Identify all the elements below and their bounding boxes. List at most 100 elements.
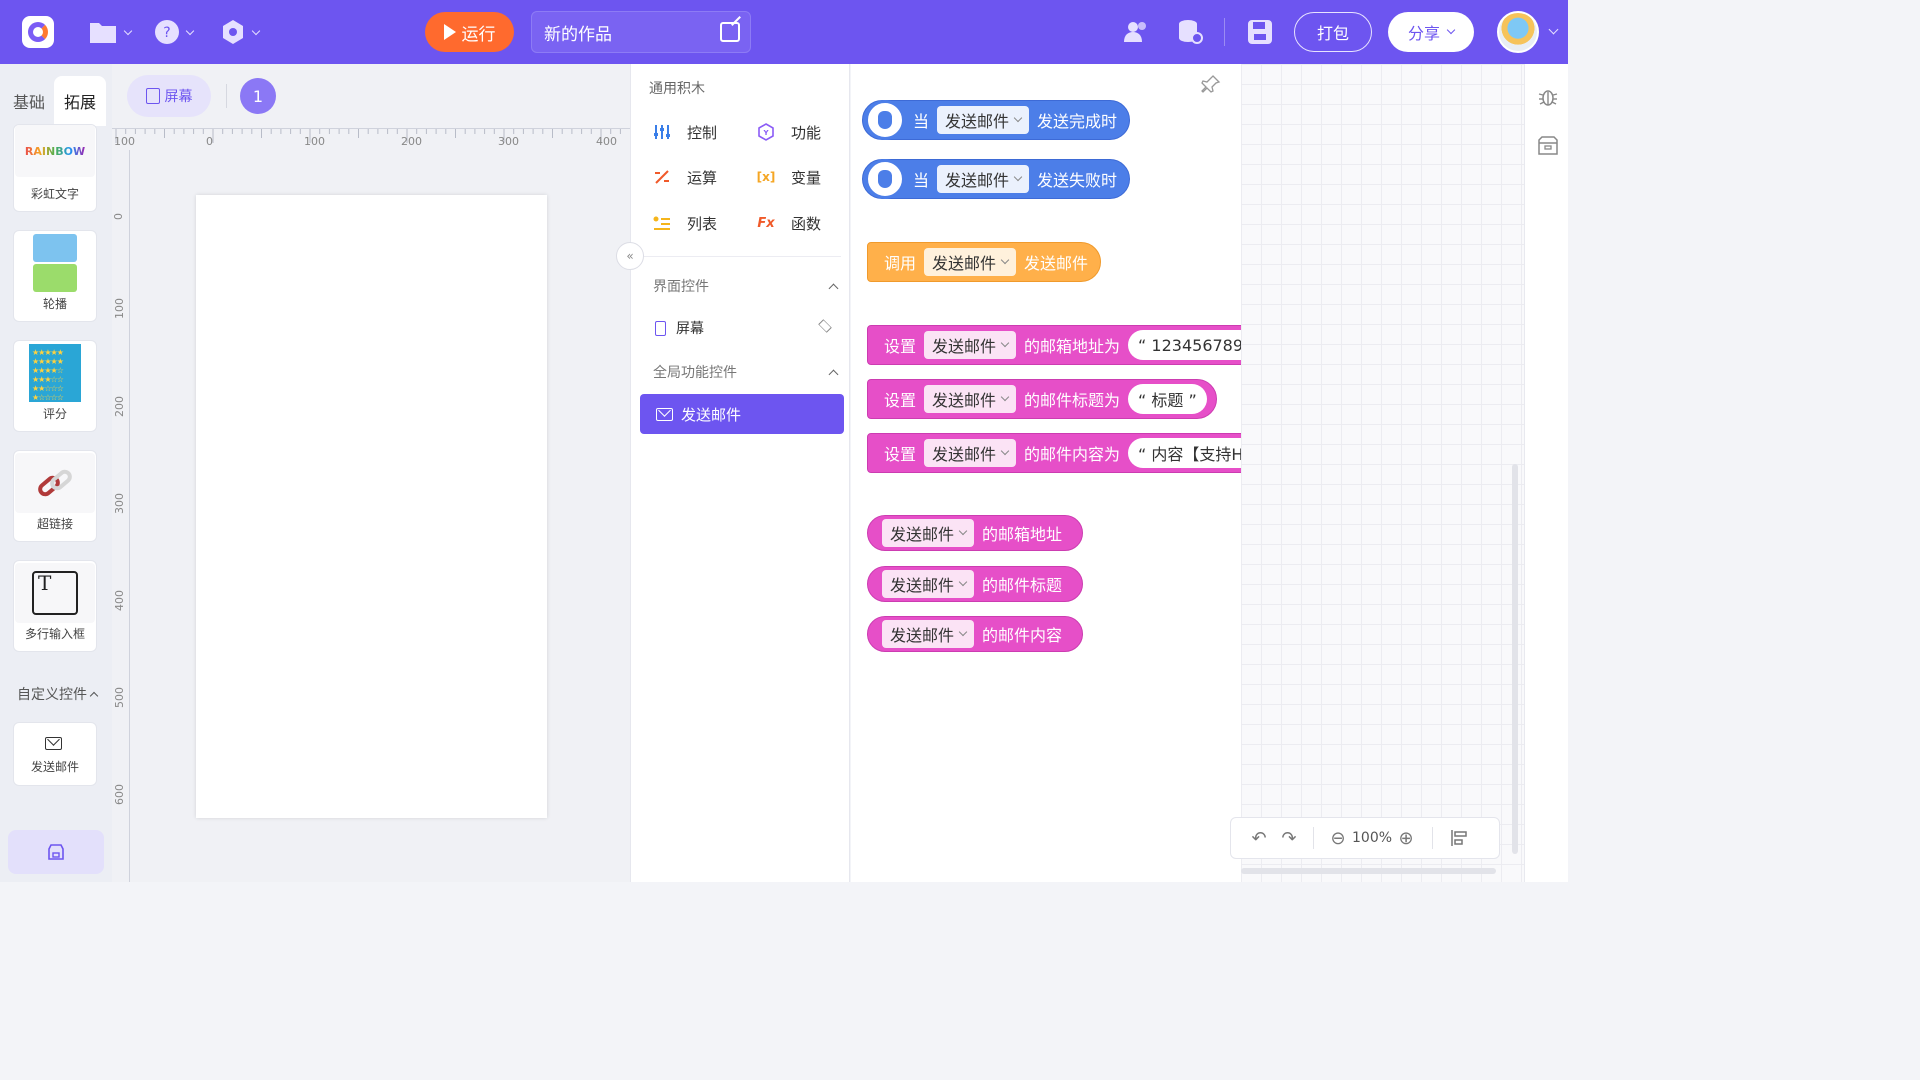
align-blocks-icon[interactable] [1447,826,1471,850]
run-label: 运行 [461,24,496,45]
star-rating-icon: ★★★★★ ★★★★★ ★★★★☆ ★★★☆☆ ★★☆☆☆ ★☆☆☆☆ [29,344,81,402]
category-lists[interactable]: 列表 [649,210,717,236]
ruler-label: 200 [113,396,126,417]
event-block-send-failed[interactable]: 当 发送邮件 发送失败时 [862,159,1130,199]
hand-pointer-icon [865,100,905,140]
settings-menu[interactable] [220,18,261,46]
collapse-palette-button[interactable]: « [616,242,644,270]
category-control[interactable]: 控制 [649,119,717,145]
component-dropdown[interactable]: 发送邮件 [937,106,1030,134]
chevron-up-icon [828,283,839,293]
string-input[interactable]: “ 内容【支持HT [1128,438,1241,468]
category-operators[interactable]: 运算 [649,164,717,190]
ruler-label: 100 [304,135,325,148]
component-rating[interactable]: ★★★★★ ★★★★★ ★★★★☆ ★★★☆☆ ★★☆☆☆ ★☆☆☆☆ 评分 [13,340,97,432]
archive-icon[interactable] [1537,136,1559,156]
horizontal-scrollbar[interactable] [1241,868,1496,874]
component-multiline-input[interactable]: T 多行输入框 [13,560,97,652]
collaborators-icon[interactable] [1122,18,1150,46]
event-block-send-complete[interactable]: 当 发送邮件 发送完成时 [862,100,1130,140]
rainbow-thumbnail: RAINBOW [15,125,95,177]
chevron-down-icon[interactable] [1548,24,1559,35]
get-block-email-address[interactable]: 发送邮件 的邮箱地址 [867,515,1083,551]
share-button[interactable]: 分享 [1388,12,1474,52]
tab-basic[interactable]: 基础 [4,76,54,126]
rating-thumbnail: ★★★★★ ★★★★★ ★★★★☆ ★★★☆☆ ★★☆☆☆ ★☆☆☆☆ [15,343,95,403]
component-hyperlink[interactable]: 超链接 [13,450,97,542]
ruler-label: 500 [113,687,126,708]
file-menu[interactable] [88,18,133,46]
ui-controls-header[interactable]: 界面控件 [653,276,843,296]
palette-item-send-email[interactable]: 发送邮件 [640,394,844,434]
global-controls-header[interactable]: 全局功能控件 [653,362,843,382]
dropdown-value: 发送邮件 [890,576,955,595]
component-carousel[interactable]: 轮播 [13,230,97,322]
page-number[interactable]: 1 [240,78,276,114]
component-dropdown[interactable]: 发送邮件 [924,385,1017,413]
mail-icon [45,737,62,750]
chevron-down-icon [1000,255,1010,265]
hand-pointer-icon [865,159,905,199]
workspace-grid[interactable] [1241,64,1524,882]
brackets-icon: [x] [756,170,776,184]
project-title-input[interactable]: 新的作品 [531,11,751,53]
bug-icon[interactable] [1537,86,1559,108]
component-dropdown[interactable]: 发送邮件 [882,519,975,547]
database-icon[interactable] [1176,18,1204,46]
save-icon[interactable] [1246,18,1274,46]
undo-icon[interactable]: ↶ [1247,826,1271,850]
run-button[interactable]: 运行 [425,12,514,52]
component-label: 评分 [42,407,67,421]
help-menu[interactable]: ? [154,18,195,46]
component-dropdown[interactable]: 发送邮件 [882,570,975,598]
block-text: 的邮件内容为 [1024,445,1121,464]
screen-selector[interactable]: 屏幕 [127,75,211,117]
pin-icon[interactable] [1201,74,1221,94]
category-function[interactable]: Y 功能 [753,119,821,145]
redo-icon[interactable]: ↷ [1277,826,1301,850]
block-workspace[interactable]: 当 发送邮件 发送完成时 当 发送邮件 发送失败时 调用 发送邮件 发送邮件 设… [851,64,1241,882]
block-text: 的邮件标题 [982,576,1063,595]
zoom-in-icon[interactable]: ⊕ [1394,826,1418,850]
component-dropdown[interactable]: 发送邮件 [924,248,1017,276]
avatar[interactable] [1497,11,1539,53]
ruler-label: 400 [113,590,126,611]
project-title: 新的作品 [544,24,612,45]
component-dropdown[interactable]: 发送邮件 [937,165,1030,193]
layers-icon[interactable] [818,319,832,333]
component-dropdown[interactable]: 发送邮件 [924,439,1017,467]
screen-preview[interactable] [196,195,547,818]
component-rainbow-text[interactable]: RAINBOW 彩虹文字 [13,124,97,212]
global-controls-title: 全局功能控件 [653,365,737,381]
component-label: 超链接 [36,517,73,531]
block-text: 设置 [884,337,917,356]
component-dropdown[interactable]: 发送邮件 [924,331,1017,359]
custom-components-header[interactable]: 自定义控件 [17,684,99,704]
get-block-email-subject[interactable]: 发送邮件 的邮件标题 [867,566,1083,602]
call-block-send-email[interactable]: 调用 发送邮件 发送邮件 [867,242,1101,282]
string-input[interactable]: “ 1234567890 [1128,330,1241,360]
set-block-email-address[interactable]: 设置 发送邮件 的邮箱地址为 “ 1234567890 [867,325,1241,365]
multiline-input-thumbnail: T [15,563,95,623]
vertical-scrollbar[interactable] [1512,464,1518,854]
component-store-button[interactable] [8,830,104,874]
set-block-email-subject[interactable]: 设置 发送邮件 的邮件标题为 “ 标题 ” [867,379,1217,419]
pack-button[interactable]: 打包 [1294,12,1372,52]
chevron-down-icon [185,26,195,35]
get-block-email-content[interactable]: 发送邮件 的邮件内容 [867,616,1083,652]
category-variables[interactable]: [x] 变量 [753,164,821,190]
ui-controls-title: 界面控件 [653,279,709,295]
set-block-email-content[interactable]: 设置 发送邮件 的邮件内容为 “ 内容【支持HT [867,433,1241,473]
app-logo[interactable] [22,16,54,48]
chevron-down-icon [1000,392,1010,402]
zoom-out-icon[interactable]: ⊖ [1326,826,1350,850]
component-send-email[interactable]: 发送邮件 [13,722,97,786]
string-input[interactable]: “ 标题 ” [1128,384,1207,414]
palette-item-screen[interactable]: 屏幕 [655,318,832,338]
category-functions[interactable]: Fx 函数 [753,210,821,236]
tab-extension[interactable]: 拓展 [54,76,106,126]
category-label: 变量 [791,168,822,187]
edit-icon[interactable] [720,22,740,42]
right-toolbar [1524,64,1568,882]
component-dropdown[interactable]: 发送邮件 [882,620,975,648]
